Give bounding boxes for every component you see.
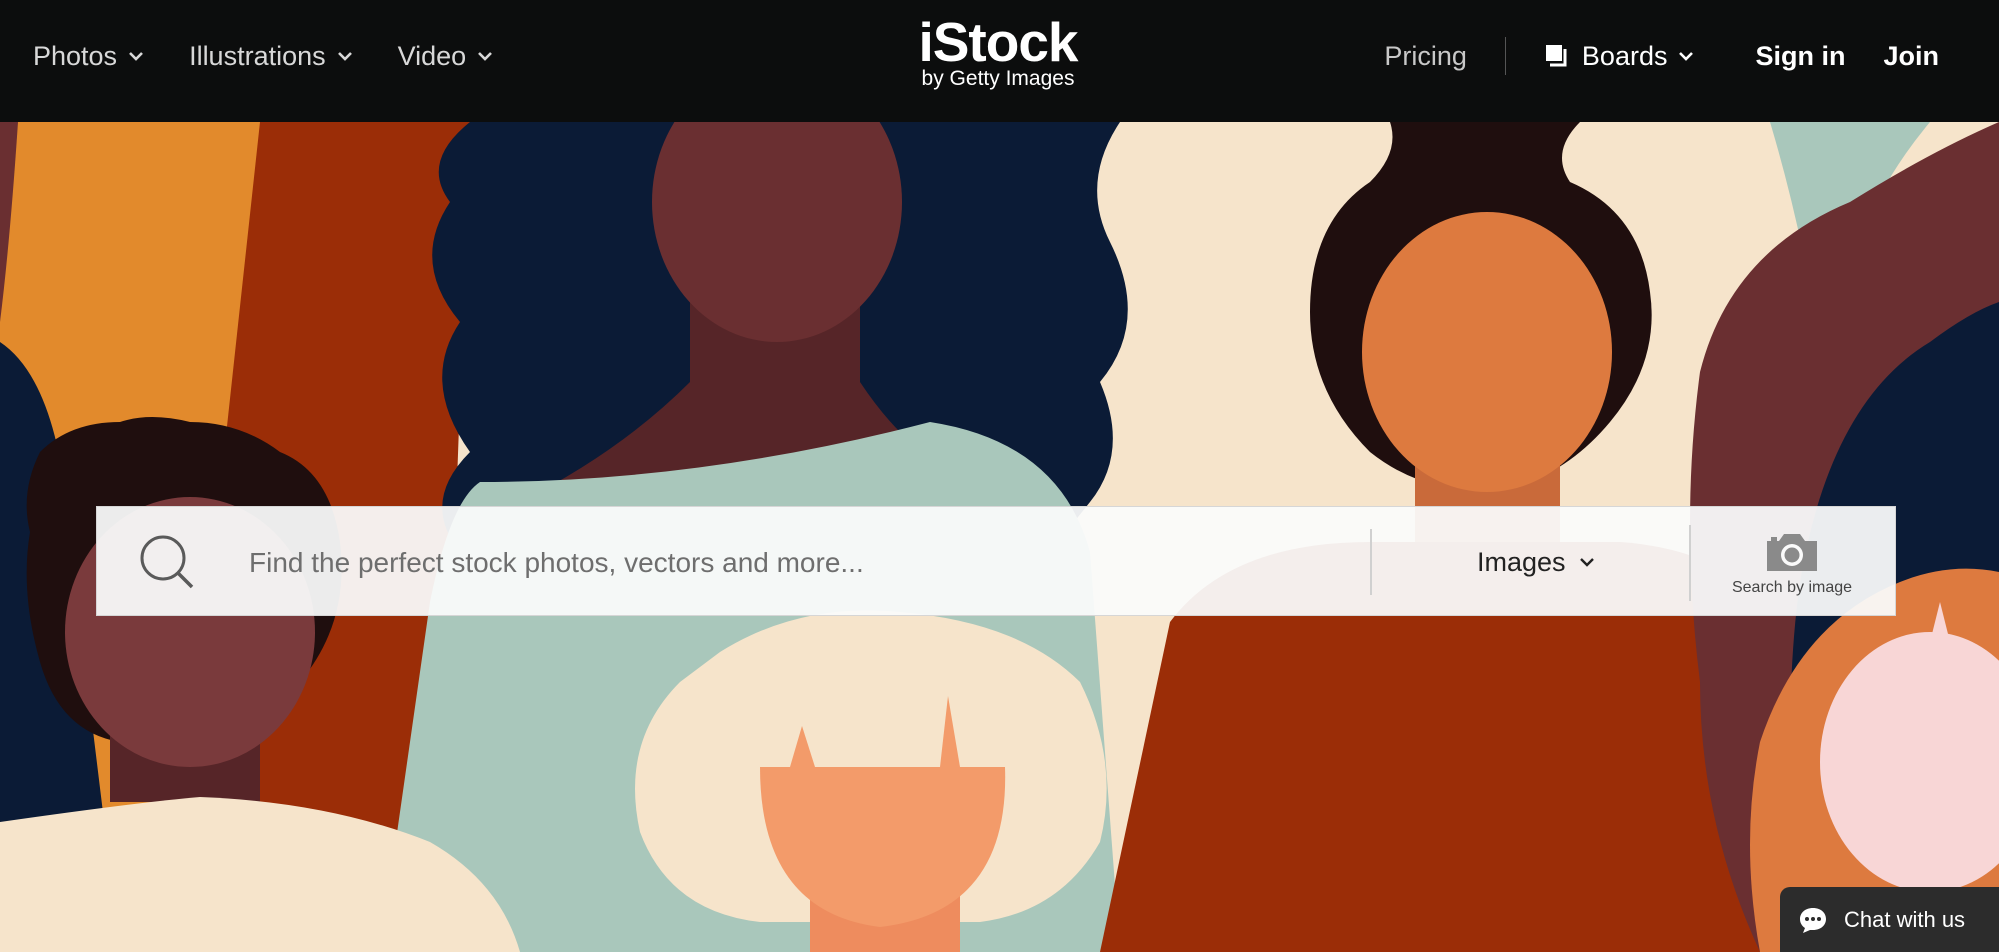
media-type-label: Images [1477,546,1566,577]
chevron-down-icon [129,52,143,61]
chevron-down-icon [337,52,352,61]
search-icon[interactable] [137,532,197,592]
nav-illustrations[interactable]: Illustrations [189,41,354,72]
nav-video[interactable]: Video [398,41,495,72]
join-link[interactable]: Join [1883,41,1939,72]
chevron-down-icon [478,52,493,61]
sign-in-link[interactable]: Sign in [1755,41,1845,72]
camera-icon [1767,534,1817,571]
nav-photos[interactable]: Photos [33,41,145,72]
boards-icon [1545,45,1567,67]
chevron-down-icon [1579,558,1594,567]
istock-logo[interactable]: iStock by Getty Images [908,14,1088,94]
search-by-image-label: Search by image [1731,579,1853,596]
nav-photos-label: Photos [33,40,118,71]
media-type-dropdown[interactable]: Images [1477,537,1596,587]
search-bar: Images Search by image [96,506,1896,616]
boards-label: Boards [1581,40,1668,71]
nav-divider [1504,37,1506,75]
search-divider [1370,529,1372,595]
nav-illustrations-label: Illustrations [189,40,326,71]
logo-wordmark: iStock [918,11,1078,73]
search-by-image-button[interactable]: Search by image [1727,529,1857,599]
chat-button[interactable]: Chat with us [1780,887,1999,952]
chat-bubble-icon [1800,907,1826,933]
nav-left: Photos Illustrations Video [33,0,538,112]
logo-byline: by Getty Images [921,67,1075,90]
chat-label: Chat with us [1844,906,1966,932]
nav-video-label: Video [397,40,467,71]
pricing-link[interactable]: Pricing [1384,41,1467,72]
chevron-down-icon [1679,52,1694,61]
search-divider [1689,525,1691,601]
nav-right: Pricing Boards Sign in Join [1384,0,1939,112]
boards-button[interactable]: Boards [1544,41,1696,72]
top-navigation: Photos Illustrations Video iStock by Get… [0,0,1999,122]
search-input[interactable] [247,527,1331,599]
